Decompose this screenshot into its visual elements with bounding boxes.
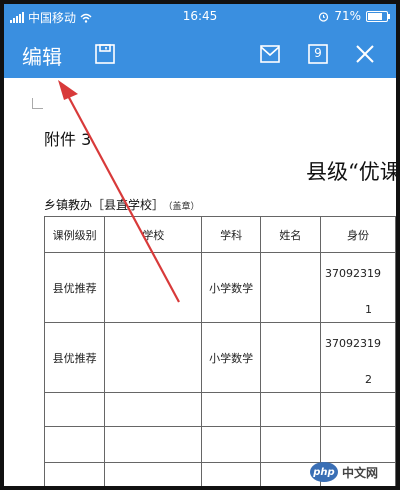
name-cell [259, 322, 321, 393]
level-cell: 县优推荐 [43, 252, 106, 323]
header-cell: 学科 [201, 216, 261, 253]
battery-percent: 71% [334, 9, 361, 23]
form-table: 课例级别 学校 学科 姓名 身份 县优推荐 小学数学 37092319 1 县优… [43, 216, 396, 486]
id-number: 37092319 [324, 337, 381, 350]
table-row: 县优推荐 小学数学 37092319 1 [43, 252, 396, 323]
status-bar: 中国移动 16:45 71% [4, 4, 396, 30]
document-page[interactable]: 附件 3 县级“优课 乡镇教办［县直学校］ （盖章） 课例级别 学校 学科 姓名 … [4, 78, 396, 486]
table-row [43, 392, 396, 427]
php-logo: php [309, 462, 338, 482]
status-right: 71% [318, 9, 390, 23]
id-number-tail: 1 [364, 303, 372, 316]
edit-button[interactable]: 编辑 [22, 41, 62, 70]
mail-icon[interactable] [258, 42, 282, 66]
school-cell [104, 252, 203, 323]
table-row: 县优推荐 小学数学 37092319 2 [43, 322, 396, 393]
unit-label: 乡镇教办［县直学校］ [44, 198, 165, 212]
battery-icon [366, 10, 390, 22]
id-number-tail: 2 [364, 373, 372, 386]
top-toolbar: 编辑 9 [4, 30, 396, 78]
header-cell: 姓名 [259, 216, 321, 253]
page-corner-mark [32, 98, 43, 109]
tab-count: 9 [314, 46, 322, 60]
level-cell: 县优推荐 [43, 322, 106, 393]
close-icon[interactable] [353, 42, 377, 66]
table-header-row: 课例级别 学校 学科 姓名 身份 [43, 216, 396, 253]
name-cell [259, 252, 321, 323]
phone-screen: 中国移动 16:45 71% 编辑 9 附件 3 县级“优课 乡镇教办［县直学校… [4, 4, 396, 486]
school-cell [104, 322, 203, 393]
alarm-icon [319, 11, 329, 22]
save-icon[interactable] [93, 42, 117, 66]
subject-cell: 小学数学 [201, 322, 261, 393]
seal-note: （盖章） [168, 202, 200, 212]
watermark-text: 中文网 [341, 465, 378, 480]
id-cell: 37092319 2 [319, 322, 396, 393]
subject-cell: 小学数学 [201, 252, 261, 323]
tab-count-button[interactable]: 9 [306, 42, 330, 66]
header-cell: 学校 [104, 216, 203, 253]
header-cell: 身份 [319, 216, 396, 253]
attachment-label: 附件 3 [44, 130, 92, 149]
site-watermark: php 中文网 [309, 462, 378, 482]
id-number: 37092319 [324, 267, 381, 280]
id-cell: 37092319 1 [319, 252, 396, 323]
header-cell: 课例级别 [43, 216, 106, 253]
table-row [43, 426, 396, 463]
document-title: 县级“优课 [306, 160, 396, 184]
unit-line: 乡镇教办［县直学校］ （盖章） [44, 196, 200, 213]
